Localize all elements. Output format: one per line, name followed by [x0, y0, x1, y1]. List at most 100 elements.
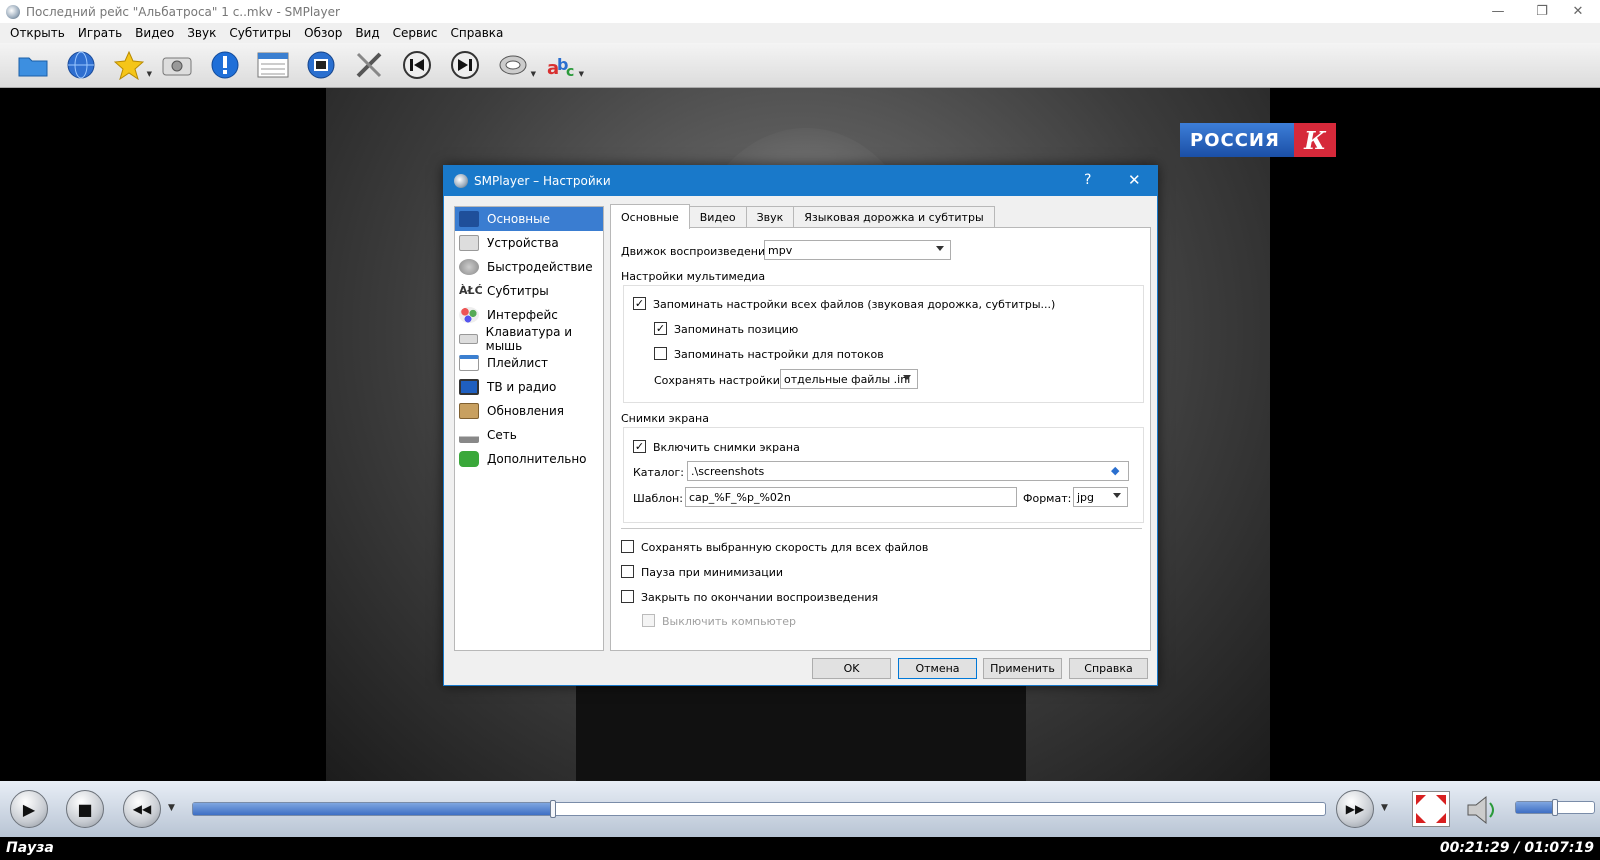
settings-dialog: SMPlayer – Настройки ? ✕ Основные Устрой…	[443, 165, 1158, 686]
seek-bar[interactable]	[192, 800, 1326, 818]
menu-view[interactable]: Вид	[355, 26, 379, 40]
menu-open[interactable]: Открыть	[10, 26, 65, 40]
sidebar-item-label: Субтитры	[487, 284, 549, 298]
rewind-button[interactable]: ◀◀	[123, 790, 161, 828]
sidebar-item-label: Дополнительно	[487, 452, 587, 466]
playback-state: Пауза	[6, 840, 54, 856]
sidebar-item-playlist[interactable]: Плейлист	[455, 351, 603, 375]
engine-label: Движок воспроизведения:	[621, 245, 776, 258]
sidebar-item-label: ТВ и радио	[487, 380, 557, 394]
sidebar-item-subtitles[interactable]: ÀŁĆ Субтитры	[455, 279, 603, 303]
sidebar-item-advanced[interactable]: Дополнительно	[455, 447, 603, 471]
previous-icon[interactable]	[400, 48, 434, 82]
screenshot-camera-icon[interactable]	[160, 48, 194, 82]
close-at-end-label: Закрыть по окончании воспроизведения	[641, 591, 879, 604]
volume-speaker-icon[interactable]	[1466, 795, 1502, 828]
minimize-button[interactable]: —	[1476, 0, 1520, 23]
forward-menu-chevron-icon[interactable]: ▼	[1381, 803, 1388, 813]
sidebar-item-label: Плейлист	[487, 356, 548, 370]
remember-all-checkbox[interactable]: ✓	[633, 297, 646, 310]
favorites-star-icon[interactable]: ▼	[112, 48, 152, 82]
sidebar-item-updates[interactable]: Обновления	[455, 399, 603, 423]
window-title: Последний рейс "Альбатроса" 1 c..mkv - S…	[26, 4, 340, 19]
enable-screenshots-label: Включить снимки экрана	[653, 441, 800, 454]
multimedia-section-label: Настройки мультимедиа	[621, 270, 766, 283]
main-toolbar: ▼ ▼ a b c ▼	[0, 43, 1600, 88]
directory-field[interactable]: .\screenshots	[687, 461, 1129, 481]
preferences-tools-icon[interactable]	[352, 48, 386, 82]
save-in-label: Сохранять настройки в	[654, 374, 790, 387]
tab-language-subtitles[interactable]: Языковая дорожка и субтитры	[793, 206, 995, 228]
forward-button[interactable]: ▶▶	[1336, 790, 1374, 828]
keep-speed-label: Сохранять выбранную скорость для всех фа…	[641, 541, 929, 554]
seek-handle[interactable]	[549, 800, 556, 818]
sidebar-item-interface[interactable]: Интерфейс	[455, 303, 603, 327]
cancel-button[interactable]: Отмена	[898, 658, 977, 679]
tab-video[interactable]: Видео	[688, 206, 747, 228]
audio-track-icon[interactable]: ▼	[496, 48, 536, 82]
settings-tabs: Основные Видео Звук Языковая дорожка и с…	[610, 204, 995, 229]
sidebar-item-tv[interactable]: ТВ и радио	[455, 375, 603, 399]
template-field[interactable]: cap_%F_%p_%02n	[685, 487, 1017, 507]
remember-streams-label: Запоминать настройки для потоков	[674, 348, 884, 361]
tv-icon	[459, 379, 479, 395]
smplayer-app-icon	[6, 4, 20, 19]
stop-button[interactable]: ■	[66, 790, 104, 828]
enable-screenshots-checkbox[interactable]: ✓	[633, 440, 646, 453]
channel-logo: РОССИЯ	[1180, 123, 1294, 157]
svg-text:c: c	[566, 64, 574, 80]
ok-button[interactable]: OK	[812, 658, 891, 679]
fullscreen-icon[interactable]	[1412, 791, 1450, 827]
subtitles-abc-icon[interactable]: a b c ▼	[544, 48, 584, 82]
keep-speed-checkbox[interactable]	[621, 540, 634, 553]
updates-icon	[459, 403, 479, 419]
info-icon[interactable]	[208, 48, 242, 82]
format-value: jpg	[1077, 490, 1095, 504]
pause-minimize-checkbox[interactable]	[621, 565, 634, 578]
menu-help[interactable]: Справка	[451, 26, 504, 40]
rewind-menu-chevron-icon[interactable]: ▼	[168, 803, 175, 813]
volume-slider[interactable]	[1515, 799, 1595, 816]
sidebar-item-label: Устройства	[487, 236, 559, 250]
dialog-help-button[interactable]: ?	[1084, 172, 1091, 188]
save-in-select[interactable]: отдельные файлы .ini	[780, 369, 918, 389]
sidebar-item-general[interactable]: Основные	[455, 207, 603, 231]
help-button[interactable]: Справка	[1069, 658, 1148, 679]
video-equalizer-icon[interactable]	[304, 48, 338, 82]
sidebar-item-keyboard[interactable]: Клавиатура и мышь	[455, 325, 603, 353]
globe-icon[interactable]	[64, 48, 98, 82]
engine-select[interactable]: mpv	[764, 240, 951, 260]
play-button[interactable]: ▶	[10, 790, 48, 828]
subtitles-icon: ÀŁĆ	[459, 284, 483, 297]
volume-handle[interactable]	[1552, 799, 1558, 816]
sidebar-item-network[interactable]: Сеть	[455, 423, 603, 447]
menu-tools[interactable]: Сервис	[393, 26, 438, 40]
format-select[interactable]: jpg	[1073, 487, 1128, 507]
remember-streams-checkbox[interactable]	[654, 347, 667, 360]
sidebar-item-devices[interactable]: Устройства	[455, 231, 603, 255]
save-in-value: отдельные файлы .ini	[784, 372, 911, 386]
sidebar-item-performance[interactable]: Быстродействие	[455, 255, 603, 279]
screenshots-section-label: Снимки экрана	[621, 412, 709, 425]
window-titlebar: Последний рейс "Альбатроса" 1 c..mkv - S…	[0, 0, 1600, 23]
next-icon[interactable]	[448, 48, 482, 82]
menu-video[interactable]: Видео	[135, 26, 174, 40]
open-folder-icon[interactable]	[16, 48, 50, 82]
tab-general[interactable]: Основные	[610, 204, 690, 229]
tab-audio[interactable]: Звук	[745, 206, 795, 228]
format-label: Формат:	[1023, 492, 1072, 505]
apply-button[interactable]: Применить	[983, 658, 1062, 679]
remember-position-checkbox[interactable]: ✓	[654, 322, 667, 335]
close-at-end-checkbox[interactable]	[621, 590, 634, 603]
menu-subtitles[interactable]: Субтитры	[229, 26, 291, 40]
menu-play[interactable]: Играть	[78, 26, 122, 40]
dialog-close-button[interactable]: ✕	[1128, 171, 1141, 189]
menu-browse[interactable]: Обзор	[304, 26, 342, 40]
dialog-titlebar: SMPlayer – Настройки ? ✕	[444, 166, 1157, 196]
channel-logo-k: К	[1294, 123, 1336, 157]
advanced-icon	[459, 451, 479, 467]
browse-folder-icon[interactable]: ◆	[1111, 464, 1119, 477]
playlist-icon[interactable]	[256, 48, 290, 82]
menu-audio[interactable]: Звук	[187, 26, 216, 40]
close-button[interactable]: ✕	[1556, 0, 1600, 23]
